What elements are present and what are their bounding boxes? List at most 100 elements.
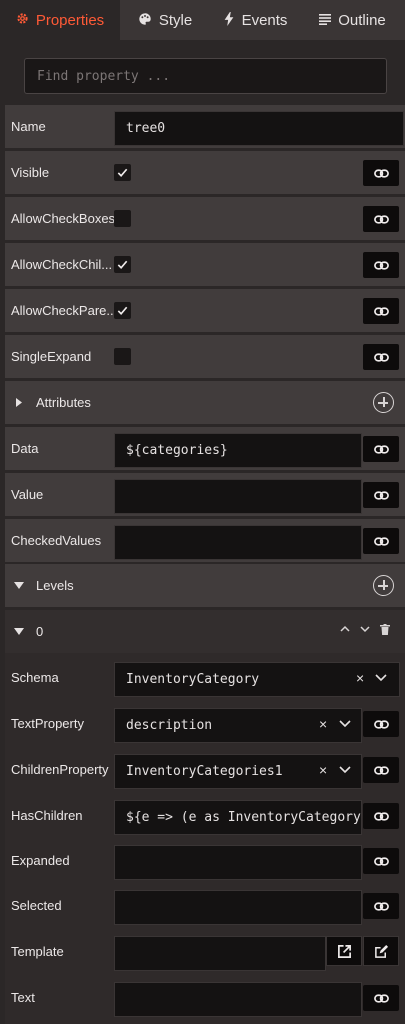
link-icon xyxy=(373,444,389,454)
bind-link-button[interactable] xyxy=(363,848,399,874)
level-item-header[interactable]: 0 xyxy=(5,610,405,653)
chevron-down-icon[interactable] xyxy=(339,766,351,774)
chevron-down-icon[interactable] xyxy=(360,624,370,634)
external-link-icon xyxy=(337,944,351,958)
bind-link-button[interactable] xyxy=(363,893,399,919)
bind-link-button[interactable] xyxy=(363,298,399,324)
tab-bar: Properties Style Events Outline xyxy=(0,0,405,40)
search-input[interactable] xyxy=(24,58,387,94)
expanded-input[interactable] xyxy=(114,845,362,880)
trash-icon[interactable] xyxy=(380,624,390,635)
bind-link-button[interactable] xyxy=(363,344,399,370)
checkmark-icon xyxy=(117,168,128,177)
property-label: Schema xyxy=(11,670,59,685)
tab-style[interactable]: Style xyxy=(120,0,210,40)
chevron-down-icon[interactable] xyxy=(375,674,387,682)
link-icon xyxy=(373,168,389,178)
property-row-visible: Visible xyxy=(5,151,405,194)
property-row-checked-values: CheckedValues xyxy=(5,519,405,562)
edit-button[interactable] xyxy=(363,936,399,966)
property-label: CheckedValues xyxy=(11,533,102,548)
name-input[interactable]: tree0 xyxy=(114,111,404,146)
template-input[interactable] xyxy=(114,936,326,971)
property-row-expanded: Expanded xyxy=(5,839,405,882)
gear-icon xyxy=(16,12,29,28)
levels-section-header[interactable]: Levels xyxy=(5,564,405,607)
property-label: Template xyxy=(11,944,64,959)
data-input[interactable]: ${categories} xyxy=(114,433,362,468)
allow-check-boxes-checkbox[interactable] xyxy=(114,210,131,227)
property-label: Expanded xyxy=(11,853,70,868)
palette-icon xyxy=(138,12,152,29)
clear-icon[interactable]: × xyxy=(356,670,364,686)
level-item-index: 0 xyxy=(36,624,44,639)
property-label: Data xyxy=(11,441,39,456)
chevron-up-icon[interactable] xyxy=(340,624,350,634)
add-circle-icon[interactable] xyxy=(373,392,394,413)
bind-link-button[interactable] xyxy=(363,985,399,1011)
section-title: Levels xyxy=(36,578,74,593)
value-input[interactable] xyxy=(114,479,362,514)
tab-label: Style xyxy=(158,11,193,29)
tab-events[interactable]: Events xyxy=(210,0,300,40)
property-label: SingleExpand xyxy=(11,349,92,364)
checkmark-icon xyxy=(117,306,128,315)
open-editor-button[interactable] xyxy=(326,936,362,966)
visible-checkbox[interactable] xyxy=(114,164,131,181)
attributes-section-header[interactable]: Attributes xyxy=(5,381,405,424)
property-label: Visible xyxy=(11,165,50,180)
tab-label: Outline xyxy=(338,11,386,29)
property-label: Name xyxy=(11,119,46,134)
caret-right-icon xyxy=(16,398,22,407)
tab-properties[interactable]: Properties xyxy=(0,0,120,40)
link-icon xyxy=(373,490,389,500)
allow-check-children-checkbox[interactable] xyxy=(114,256,131,273)
bind-link-button[interactable] xyxy=(363,757,399,783)
chevron-down-icon[interactable] xyxy=(339,720,351,728)
property-row-template: Template xyxy=(5,930,405,973)
property-row-has-children: HasChildren ${e => (e as InventoryCatego… xyxy=(5,794,405,837)
lightning-icon xyxy=(223,11,235,29)
checked-values-input[interactable] xyxy=(114,525,362,560)
bind-link-button[interactable] xyxy=(363,803,399,829)
link-icon xyxy=(373,765,389,775)
link-icon xyxy=(373,536,389,546)
list-icon xyxy=(319,13,332,28)
link-icon xyxy=(373,306,389,316)
add-circle-icon[interactable] xyxy=(373,575,394,596)
clear-icon[interactable]: × xyxy=(319,762,327,778)
property-row-text: Text xyxy=(5,976,405,1019)
property-label: Value xyxy=(11,487,44,502)
property-row-schema: Schema InventoryCategory × xyxy=(5,656,405,699)
tab-label: Events xyxy=(241,11,288,29)
property-label: HasChildren xyxy=(11,808,83,823)
property-label: AllowCheckBoxes xyxy=(11,211,115,226)
property-row-allow-check-children: AllowCheckChil... xyxy=(5,243,405,286)
property-row-selected: Selected xyxy=(5,884,405,927)
bind-link-button[interactable] xyxy=(363,160,399,186)
section-title: Attributes xyxy=(36,395,91,410)
single-expand-checkbox[interactable] xyxy=(114,348,131,365)
text-input[interactable] xyxy=(114,982,362,1017)
link-icon xyxy=(373,214,389,224)
bind-link-button[interactable] xyxy=(363,252,399,278)
caret-down-icon xyxy=(14,582,24,589)
link-icon xyxy=(373,993,389,1003)
bind-link-button[interactable] xyxy=(363,206,399,232)
has-children-input[interactable]: ${e => (e as InventoryCategory xyxy=(114,800,362,835)
property-label: TextProperty xyxy=(11,716,84,731)
allow-check-parents-checkbox[interactable] xyxy=(114,302,131,319)
selected-input[interactable] xyxy=(114,890,362,925)
bind-link-button[interactable] xyxy=(363,482,399,508)
tab-outline[interactable]: Outline xyxy=(300,0,405,40)
property-label: AllowCheckPare... xyxy=(11,303,115,318)
bind-link-button[interactable] xyxy=(363,528,399,554)
clear-icon[interactable]: × xyxy=(319,716,327,732)
checkmark-icon xyxy=(117,260,128,269)
property-row-text-property: TextProperty description × xyxy=(5,702,405,745)
tab-label: Properties xyxy=(35,11,105,29)
property-row-allow-check-parents: AllowCheckPare... xyxy=(5,289,405,332)
bind-link-button[interactable] xyxy=(363,436,399,462)
bind-link-button[interactable] xyxy=(363,711,399,737)
property-label: Selected xyxy=(11,898,62,913)
